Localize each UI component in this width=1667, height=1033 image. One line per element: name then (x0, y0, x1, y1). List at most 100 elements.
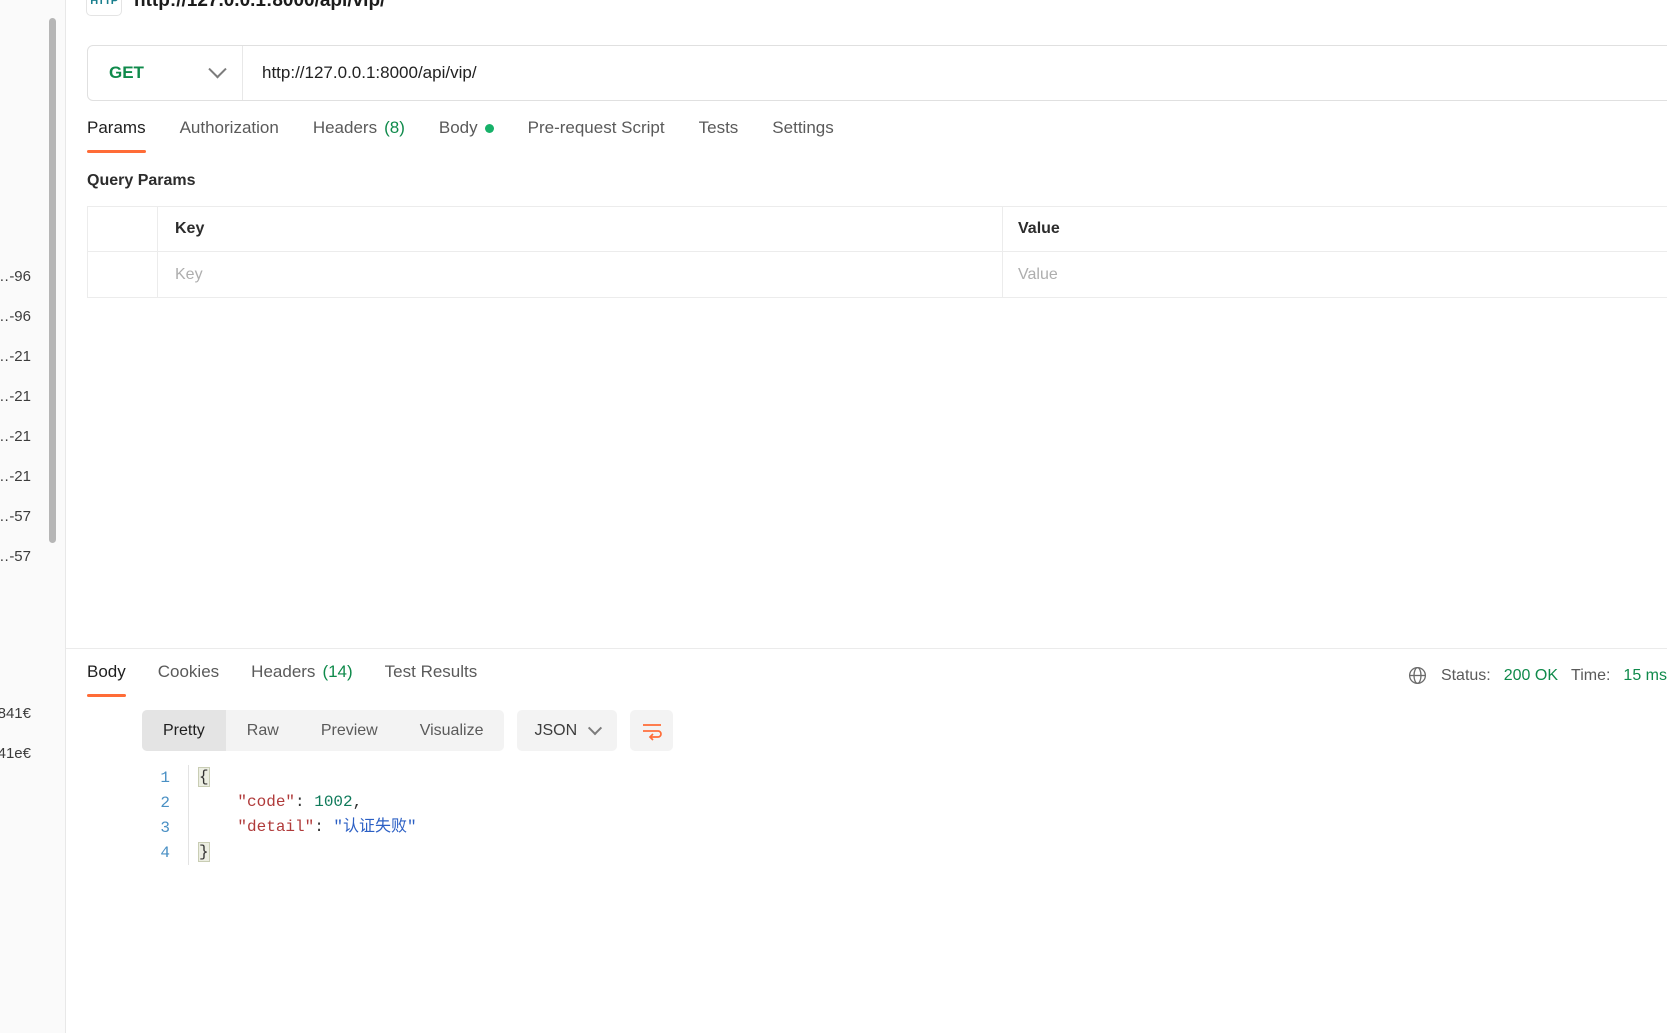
tab-label: Settings (772, 118, 834, 137)
tab-label: Body (87, 662, 126, 681)
param-key-input[interactable]: Key (158, 252, 1003, 297)
sidebar-fragment: 841€ (0, 705, 31, 722)
sidebar-fragment: …-57 (0, 508, 31, 525)
column-header-key: Key (158, 207, 1003, 251)
http-badge: HTTP (86, 0, 122, 16)
code-token: } (198, 842, 210, 862)
response-tab-headers[interactable]: Headers (14) (251, 662, 353, 697)
request-header: HTTP http://127.0.0.1:8000/api/vip/ (86, 0, 385, 16)
response-tabs: Body Cookies Headers (14) Test Results (87, 662, 477, 697)
code-text: "code": 1002, (188, 790, 362, 815)
chevron-down-icon (208, 59, 227, 78)
sidebar-fragment: …-21 (0, 428, 31, 445)
tab-label: Cookies (157, 662, 220, 681)
format-tab-preview[interactable]: Preview (300, 710, 399, 751)
language-label: JSON (534, 721, 578, 739)
column-header-value: Value (1018, 220, 1060, 237)
format-tab-pretty[interactable]: Pretty (142, 710, 226, 751)
code-token: : (314, 818, 334, 836)
sidebar-fragment: …-57 (0, 548, 31, 565)
line-number: 3 (160, 818, 170, 837)
wrap-lines-button[interactable] (630, 710, 674, 751)
code-token: : (295, 793, 315, 811)
sidebar-scrollbar[interactable] (49, 18, 56, 543)
request-tab-authorization[interactable]: Authorization (180, 118, 279, 153)
sidebar-fragment: …-21 (0, 348, 31, 365)
response-tab-cookies[interactable]: Cookies (158, 662, 219, 697)
row-checkbox-cell[interactable] (88, 252, 158, 297)
tab-label: Authorization (179, 118, 279, 137)
code-token: "code" (237, 793, 296, 811)
request-header-url: http://127.0.0.1:8000/api/vip/ (134, 0, 386, 11)
globe-icon (1408, 666, 1426, 685)
sidebar-fragment: …-21 (0, 388, 31, 405)
postman-window: …-96 …-96 …-21 …-21 …-21 …-21 …-57 …-57 841€ 41e€… (0, 0, 1667, 1033)
chevron-down-icon (588, 720, 603, 735)
request-tab-pre-request-script[interactable]: Pre-request Script (528, 118, 665, 153)
url-bar: GET http://127.0.0.1:8000/api/vip/ (87, 45, 1667, 101)
query-params-title: Query Params (87, 172, 196, 189)
code-token: { (198, 767, 210, 787)
tab-label: Headers (312, 118, 378, 137)
response-divider (66, 648, 1667, 649)
language-selector[interactable]: JSON (517, 710, 618, 751)
select-all-cell[interactable] (88, 207, 158, 251)
format-tab-raw[interactable]: Raw (226, 710, 300, 751)
line-number: 4 (160, 843, 170, 862)
time-label: Time: (1571, 666, 1611, 684)
request-tab-settings[interactable]: Settings (772, 118, 833, 153)
param-value-input[interactable]: Value (1003, 252, 1667, 297)
code-text: "detail": "认证失败" (188, 815, 417, 840)
line-number: 1 (160, 768, 170, 787)
time-value: 15 ms (1623, 666, 1667, 684)
method-selector[interactable]: GET (88, 46, 243, 100)
response-format-toolbar: Pretty Raw Preview Visualize JSON (142, 710, 674, 751)
tab-label: Params (87, 118, 146, 137)
tab-count: (8) (384, 118, 405, 137)
tab-label: Test Results (384, 662, 478, 681)
request-tab-body[interactable]: Body (439, 118, 494, 153)
table-row: Key Value (88, 252, 1667, 297)
code-token: , (352, 793, 363, 811)
code-text: { (188, 765, 210, 790)
method-label: GET (109, 63, 144, 82)
sidebar-fragment: 41e€ (0, 745, 31, 762)
response-status-bar: Status: 200 OK Time: 15 ms (1407, 665, 1667, 686)
sidebar-fragment: …-96 (0, 268, 31, 285)
request-tab-headers[interactable]: Headers (8) (313, 118, 405, 153)
response-tab-test-results[interactable]: Test Results (385, 662, 478, 697)
code-line: 1{ (142, 765, 1667, 790)
wrap-lines-icon (642, 723, 662, 741)
query-params-table: Key Value Key Value (87, 206, 1667, 298)
sidebar-fragment: …-21 (0, 468, 31, 485)
url-input[interactable]: http://127.0.0.1:8000/api/vip/ (243, 46, 1667, 100)
tab-label: Tests (698, 118, 739, 137)
tab-label: Headers (251, 662, 316, 681)
response-body-code[interactable]: 1{2 "code": 1002, 3 "detail": "认证失败" 4} (142, 765, 1667, 1033)
request-tab-params[interactable]: Params (87, 118, 146, 153)
status-value: 200 OK (1503, 666, 1559, 684)
code-text: } (188, 840, 210, 865)
sidebar-fragment: …-96 (0, 308, 31, 325)
format-tab-visualize[interactable]: Visualize (399, 710, 505, 751)
sidebar-strip: …-96 …-96 …-21 …-21 …-21 …-21 …-57 …-57 841€ 41e€ (0, 0, 66, 1033)
code-line: 4} (142, 840, 1667, 865)
code-line: 3 "detail": "认证失败" (142, 815, 1667, 840)
code-token: 1002 (314, 793, 353, 811)
request-tab-tests[interactable]: Tests (699, 118, 739, 153)
tab-label: Pre-request Script (527, 118, 665, 137)
line-number: 2 (160, 793, 170, 812)
code-line: 2 "code": 1002, (142, 790, 1667, 815)
body-modified-dot-icon (484, 123, 494, 133)
code-token: "detail" (237, 818, 315, 836)
tab-label: Body (438, 118, 478, 137)
response-tab-body[interactable]: Body (87, 662, 126, 697)
table-header-row: Key Value (88, 207, 1667, 252)
tab-count: (14) (322, 662, 353, 681)
code-token: "认证失败" (333, 818, 417, 836)
request-tabs: Params Authorization Headers (8) Body Pre-req… (87, 118, 834, 153)
request-response-pane: HTTP http://127.0.0.1:8000/api/vip/ GET … (66, 0, 1667, 1033)
status-label: Status: (1440, 666, 1491, 684)
